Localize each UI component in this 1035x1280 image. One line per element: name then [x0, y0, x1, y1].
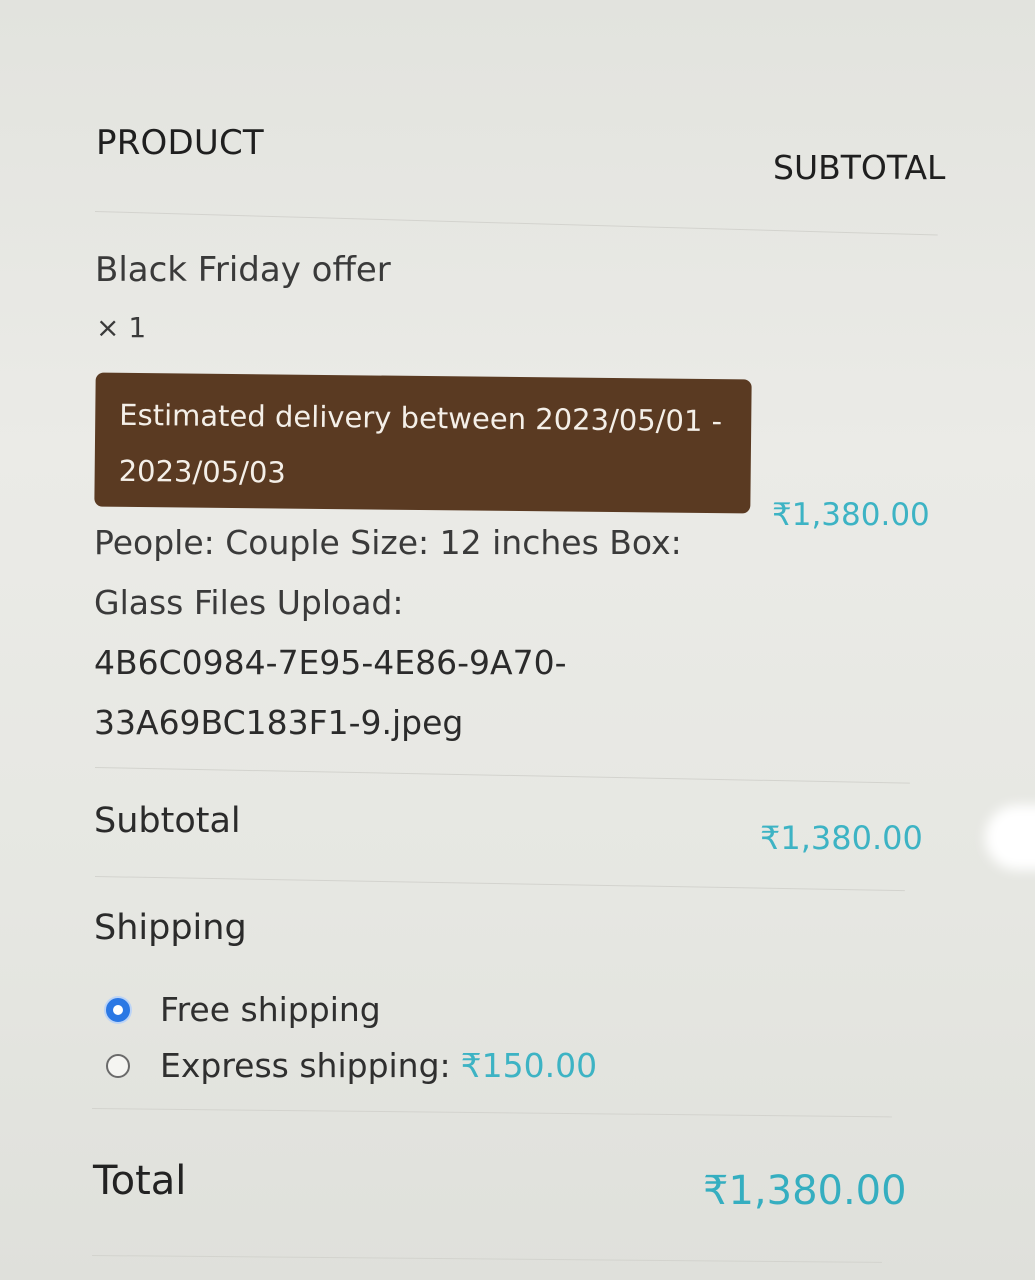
total-divider — [91, 1255, 882, 1263]
product-meta: People: Couple Size: 12 inches Box: Glas… — [94, 513, 714, 753]
estimated-delivery-line-2: 2023/05/03 — [118, 453, 287, 490]
shipping-option-express-price: ₹150.00 — [460, 1046, 598, 1085]
total-value: ₹1,380.00 — [703, 1168, 907, 1214]
shipping-divider — [91, 1108, 892, 1118]
checkout-order-review: PRODUCT SUBTOTAL Black Friday offer × 1 … — [0, 0, 1035, 1280]
product-options: People: Couple Size: 12 inches Box: — [94, 523, 682, 562]
uploaded-file-name-part-1: 4B6C0984-7E95-4E86-9A70- — [94, 643, 567, 682]
uploaded-file-name-part-2: 33A69BC183F1-9.jpeg — [94, 703, 464, 742]
screen-glare — [985, 805, 1035, 870]
subtotal-label: Subtotal — [94, 801, 241, 841]
shipping-option-express[interactable]: Express shipping: ₹150.00 — [106, 1046, 597, 1085]
shipping-option-free[interactable]: Free shipping — [106, 990, 381, 1029]
estimated-delivery-line-1: Estimated delivery between 2023/05/01 - — [119, 397, 723, 439]
product-quantity: × 1 — [96, 311, 147, 344]
product-line-price: ₹1,380.00 — [772, 497, 930, 533]
shipping-option-express-label: Express shipping: — [160, 1046, 451, 1085]
column-header-product: PRODUCT — [96, 123, 264, 163]
subtotal-value: ₹1,380.00 — [760, 819, 923, 857]
header-divider — [94, 211, 938, 236]
estimated-delivery-badge: Estimated delivery between 2023/05/01 - … — [94, 372, 752, 514]
total-label: Total — [93, 1158, 187, 1204]
column-header-subtotal: SUBTOTAL — [773, 148, 946, 187]
radio-selected-icon[interactable] — [106, 997, 130, 1022]
files-upload-label: Glass Files Upload: — [94, 583, 404, 622]
shipping-label: Shipping — [94, 908, 247, 948]
product-name: Black Friday offer — [95, 250, 391, 290]
shipping-option-free-label: Free shipping — [160, 990, 381, 1029]
subtotal-divider — [94, 876, 905, 892]
product-divider — [94, 767, 910, 784]
radio-unselected-icon[interactable] — [106, 1053, 130, 1078]
